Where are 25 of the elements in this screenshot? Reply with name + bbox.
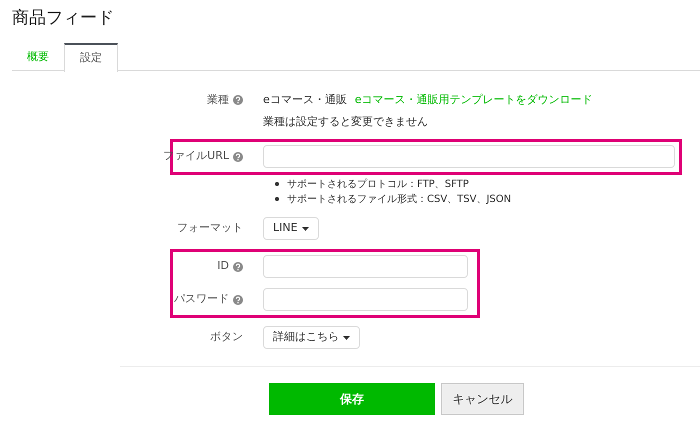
field-label: フォーマット xyxy=(177,220,243,236)
dropdown-button[interactable]: 詳細はこちら xyxy=(263,326,360,349)
dropdown-button[interactable]: LINE xyxy=(263,217,319,240)
caret-icon xyxy=(343,336,350,340)
bullet-icon xyxy=(275,182,279,186)
page-title: 商品フィード xyxy=(12,7,115,30)
field-label: ID xyxy=(217,258,229,274)
field-label: 業種 xyxy=(207,92,229,108)
help-icon xyxy=(233,262,243,272)
text-field[interactable] xyxy=(263,255,468,278)
field-label: ボタン xyxy=(210,329,243,346)
field-label: パスワード xyxy=(174,291,229,308)
bullet-icon xyxy=(275,197,279,201)
caret-icon xyxy=(302,226,309,230)
hint-text: サポートされるプロトコル：FTP、SFTP xyxy=(287,178,469,192)
help-icon xyxy=(233,95,243,105)
industry-note: 業種は設定すると変更できません xyxy=(263,114,428,130)
help-icon xyxy=(233,294,243,304)
hint-text: サポートされるファイル形式：CSV、TSV、JSON xyxy=(287,192,512,206)
tab[interactable]: 設定 xyxy=(64,43,118,72)
text-field[interactable] xyxy=(263,145,675,168)
help-icon xyxy=(233,152,243,162)
cancel-button[interactable]: キャンセル xyxy=(441,382,524,414)
industry-value: eコマース・通販 xyxy=(263,92,347,108)
text-field[interactable] xyxy=(263,288,468,311)
